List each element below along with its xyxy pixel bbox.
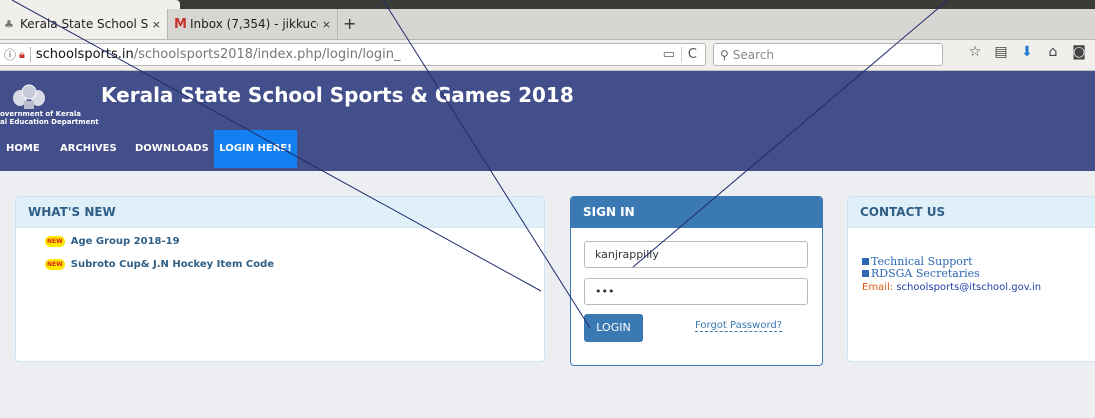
url-separator (29, 47, 31, 62)
whats-new-heading: WHAT'S NEW (16, 197, 544, 228)
menu-login-here[interactable]: LOGIN HERE! (214, 130, 297, 168)
tab-edge (0, 0, 180, 9)
url-bar[interactable]: ⓘ 🔒︎ schoolsports.in /schoolsports2018/i… (0, 43, 706, 66)
tab-school-sports[interactable]: ♣ Kerala State School Sp × (0, 9, 168, 39)
home-icon[interactable]: ⌂ (1042, 44, 1064, 60)
menu-home[interactable]: HOME (6, 130, 40, 168)
contact-link-rdsga[interactable]: RDSGA Secretaries (862, 267, 980, 280)
news-item[interactable]: NEW Age Group 2018-19 (45, 236, 180, 247)
window-top-strip (0, 0, 1095, 9)
emblem-caption-line1: overnment of Kerala (0, 110, 82, 118)
tab-close-icon[interactable]: × (322, 18, 331, 31)
password-field[interactable]: ••• (584, 278, 808, 305)
tab-title: Kerala State School Sp (20, 17, 148, 31)
reading-list-icon[interactable]: ▤ (990, 44, 1012, 60)
search-box[interactable]: ⚲ Search (713, 43, 943, 66)
tab-close-icon[interactable]: × (152, 18, 161, 31)
email-value[interactable]: schoolsports@itschool.gov.in (896, 282, 1041, 293)
new-tab-button[interactable]: + (343, 9, 356, 39)
emblem-caption-line2: al Education Department (0, 118, 99, 126)
site-favicon-icon: ♣ (4, 17, 14, 31)
bullet-square-icon (862, 258, 869, 265)
whats-new-panel: WHAT'S NEW (15, 196, 545, 362)
new-badge: NEW (45, 259, 65, 270)
news-item[interactable]: NEW Subroto Cup& J.N Hockey Item Code (45, 259, 274, 270)
sign-in-heading: SIGN IN (571, 197, 822, 228)
forgot-password-link[interactable]: Forgot Password? (695, 320, 783, 332)
news-item-label: Age Group 2018-19 (70, 236, 180, 247)
search-placeholder: Search (732, 47, 775, 62)
kerala-emblem-icon (13, 84, 45, 109)
search-icon: ⚲ (720, 47, 729, 62)
insecure-lock-icon: 🔒︎ (19, 47, 25, 61)
gmail-icon: M (174, 16, 187, 32)
bookmark-star-icon[interactable]: ☆ (964, 44, 986, 60)
bullet-square-icon (862, 270, 869, 277)
site-title: Kerala State School Sports & Games 2018 (101, 83, 574, 107)
url-path: /schoolsports2018/index.php/login/login_ (133, 47, 401, 62)
tab-inbox[interactable]: M Inbox (7,354) - jikkucch × (168, 9, 338, 39)
info-icon[interactable]: ⓘ (4, 46, 16, 63)
tab-title: Inbox (7,354) - jikkucch (190, 17, 318, 31)
contact-link-label: RDSGA Secretaries (871, 267, 980, 280)
login-button[interactable]: LOGIN (584, 314, 643, 342)
reader-view-icon[interactable]: ▭ (663, 47, 675, 62)
contact-email: Email: schoolsports@itschool.gov.in (862, 282, 1041, 293)
email-label: Email: (862, 282, 894, 293)
menu-archives[interactable]: ARCHIVES (60, 130, 117, 168)
pocket-icon[interactable]: ◙ (1068, 44, 1090, 60)
downloads-icon[interactable]: ⬇ (1016, 44, 1038, 60)
url-domain: schoolsports.in (35, 47, 134, 62)
contact-us-heading: CONTACT US (848, 197, 1095, 228)
menu-downloads[interactable]: DOWNLOADS (135, 130, 209, 168)
reload-icon[interactable]: C (680, 47, 697, 62)
username-field[interactable]: kanjrappilly (584, 241, 808, 268)
news-item-label: Subroto Cup& J.N Hockey Item Code (70, 259, 275, 270)
new-badge: NEW (45, 236, 65, 247)
toolbar-icons: ☆ ▤ ⬇ ⌂ ◙ (964, 44, 1094, 60)
